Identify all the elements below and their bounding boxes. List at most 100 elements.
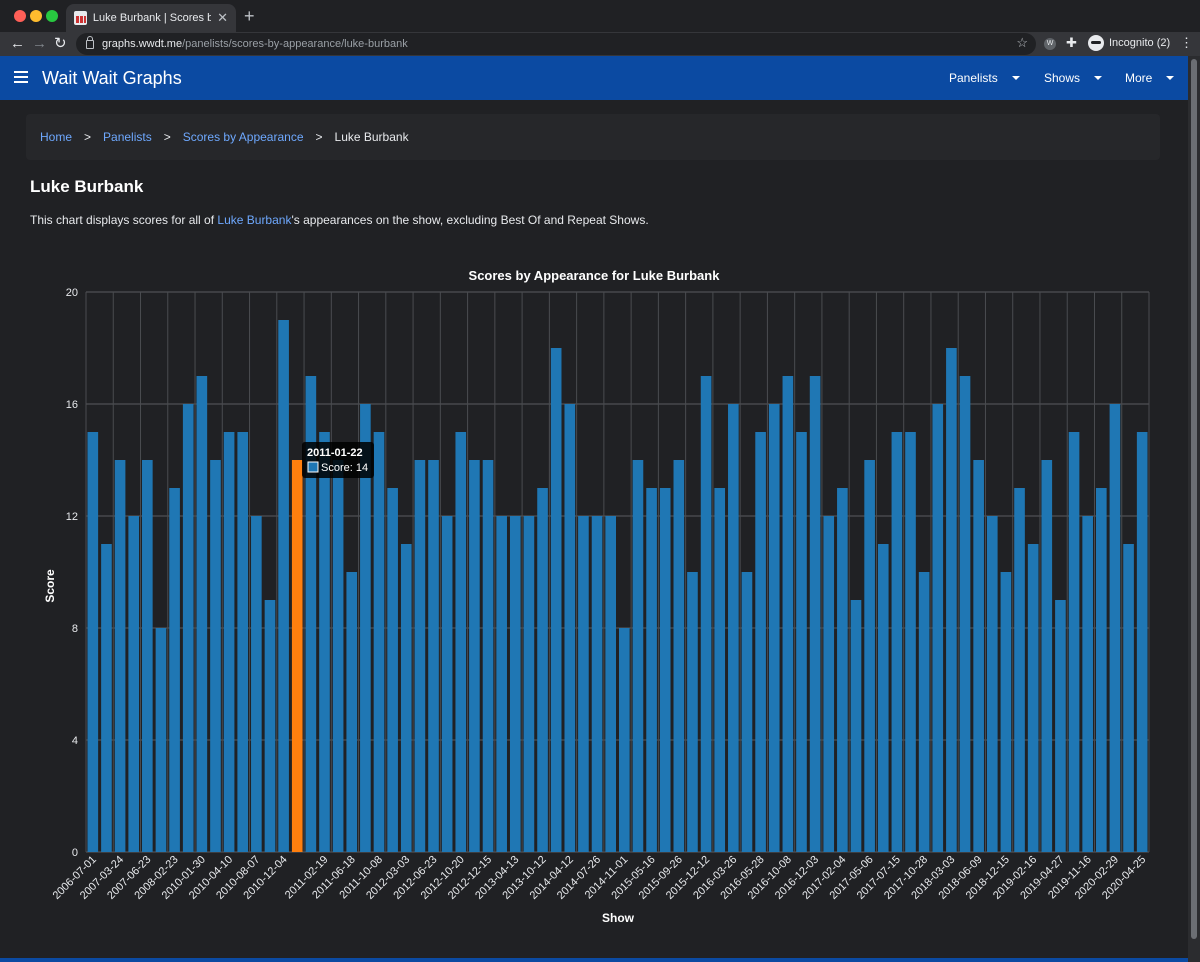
- bar[interactable]: [605, 516, 616, 852]
- bar[interactable]: [850, 600, 862, 852]
- bar[interactable]: [1027, 544, 1039, 852]
- bar[interactable]: [278, 320, 289, 852]
- bar[interactable]: [632, 460, 644, 852]
- bar[interactable]: [823, 516, 835, 852]
- bar[interactable]: [578, 516, 589, 852]
- bar[interactable]: [523, 516, 535, 852]
- bar[interactable]: [1109, 404, 1121, 852]
- bar[interactable]: [332, 460, 344, 852]
- bar[interactable]: [1082, 516, 1093, 852]
- bar[interactable]: [1055, 600, 1066, 852]
- minimize-window-button[interactable]: [30, 10, 42, 22]
- bar[interactable]: [196, 376, 208, 852]
- bar[interactable]: [932, 404, 944, 852]
- bar[interactable]: [728, 404, 739, 852]
- bar[interactable]: [646, 488, 657, 852]
- breadcrumb-home[interactable]: Home: [40, 130, 72, 144]
- browser-tab[interactable]: Luke Burbank | Scores by Appe ✕: [66, 4, 236, 32]
- bar[interactable]: [210, 460, 221, 852]
- nav-shows-dropdown[interactable]: Shows: [1044, 71, 1103, 85]
- bar[interactable]: [400, 544, 412, 852]
- bar[interactable]: [550, 348, 562, 852]
- bar[interactable]: [319, 432, 330, 852]
- bar[interactable]: [537, 488, 548, 852]
- bar[interactable]: [469, 460, 480, 852]
- bar[interactable]: [87, 432, 99, 852]
- bar[interactable]: [496, 516, 507, 852]
- bar[interactable]: [264, 600, 276, 852]
- bar[interactable]: [509, 516, 521, 852]
- bar[interactable]: [414, 460, 426, 852]
- bar[interactable]: [905, 432, 916, 852]
- bar[interactable]: [782, 376, 794, 852]
- bar[interactable]: [346, 572, 358, 852]
- incognito-profile-button[interactable]: Incognito (2): [1088, 35, 1170, 51]
- bar[interactable]: [428, 460, 439, 852]
- bar[interactable]: [182, 404, 194, 852]
- bar[interactable]: [441, 516, 453, 852]
- bar[interactable]: [155, 628, 167, 852]
- maximize-window-button[interactable]: [46, 10, 58, 22]
- page-scrollbar[interactable]: [1188, 56, 1200, 962]
- bar[interactable]: [564, 404, 576, 852]
- extension-w-icon[interactable]: W: [1044, 38, 1056, 50]
- panelist-link[interactable]: Luke Burbank: [217, 213, 291, 227]
- bar[interactable]: [768, 404, 780, 852]
- nav-panelists-dropdown[interactable]: Panelists: [949, 71, 1020, 85]
- bar[interactable]: [223, 432, 235, 852]
- bar[interactable]: [973, 460, 984, 852]
- bar[interactable]: [714, 488, 726, 852]
- bar[interactable]: [128, 516, 140, 852]
- new-tab-icon[interactable]: +: [244, 6, 255, 27]
- bar[interactable]: [1123, 544, 1134, 852]
- bar[interactable]: [687, 572, 698, 852]
- bar[interactable]: [673, 460, 685, 852]
- bar[interactable]: [1000, 572, 1012, 852]
- scrollbar-thumb[interactable]: [1191, 59, 1197, 939]
- bar[interactable]: [1014, 488, 1025, 852]
- close-window-button[interactable]: [14, 10, 26, 22]
- bar-highlighted[interactable]: [291, 460, 303, 852]
- bar[interactable]: [1068, 432, 1080, 852]
- breadcrumb-panelists[interactable]: Panelists: [103, 130, 152, 144]
- bar[interactable]: [809, 376, 821, 852]
- bar[interactable]: [251, 516, 262, 852]
- reload-icon[interactable]: ↻: [54, 34, 67, 54]
- breadcrumb-scores-by-appearance[interactable]: Scores by Appearance: [183, 130, 304, 144]
- bar[interactable]: [101, 544, 112, 852]
- browser-menu-icon[interactable]: ⋮: [1180, 35, 1193, 51]
- bar[interactable]: [946, 348, 957, 852]
- bar[interactable]: [619, 628, 630, 852]
- bar[interactable]: [1041, 460, 1053, 852]
- bar[interactable]: [796, 432, 807, 852]
- bar[interactable]: [114, 460, 126, 852]
- back-arrow-icon[interactable]: ←: [10, 34, 25, 54]
- site-brand[interactable]: Wait Wait Graphs: [42, 68, 182, 89]
- bar[interactable]: [482, 460, 494, 852]
- bar[interactable]: [891, 432, 903, 852]
- bar[interactable]: [455, 432, 467, 852]
- bar[interactable]: [741, 572, 753, 852]
- extensions-puzzle-icon[interactable]: ✚: [1066, 35, 1077, 51]
- bar[interactable]: [918, 572, 930, 852]
- bar[interactable]: [837, 488, 848, 852]
- bar[interactable]: [169, 488, 180, 852]
- nav-more-dropdown[interactable]: More: [1125, 71, 1175, 85]
- bar[interactable]: [755, 432, 766, 852]
- forward-arrow-icon[interactable]: →: [32, 34, 47, 54]
- bar[interactable]: [373, 432, 385, 852]
- bar[interactable]: [1136, 432, 1148, 852]
- bar[interactable]: [1095, 488, 1107, 852]
- address-bar[interactable]: graphs.wwdt.me/panelists/scores-by-appea…: [76, 33, 1036, 55]
- bookmark-star-icon[interactable]: ☆: [1016, 35, 1028, 51]
- bar[interactable]: [959, 376, 971, 852]
- bar[interactable]: [986, 516, 998, 852]
- bar[interactable]: [237, 432, 249, 852]
- bar[interactable]: [877, 544, 889, 852]
- bar[interactable]: [864, 460, 875, 852]
- tab-close-icon[interactable]: ✕: [217, 10, 228, 26]
- bar[interactable]: [142, 460, 153, 852]
- hamburger-menu-icon[interactable]: [14, 71, 28, 83]
- bar[interactable]: [591, 516, 603, 852]
- bar[interactable]: [700, 376, 712, 852]
